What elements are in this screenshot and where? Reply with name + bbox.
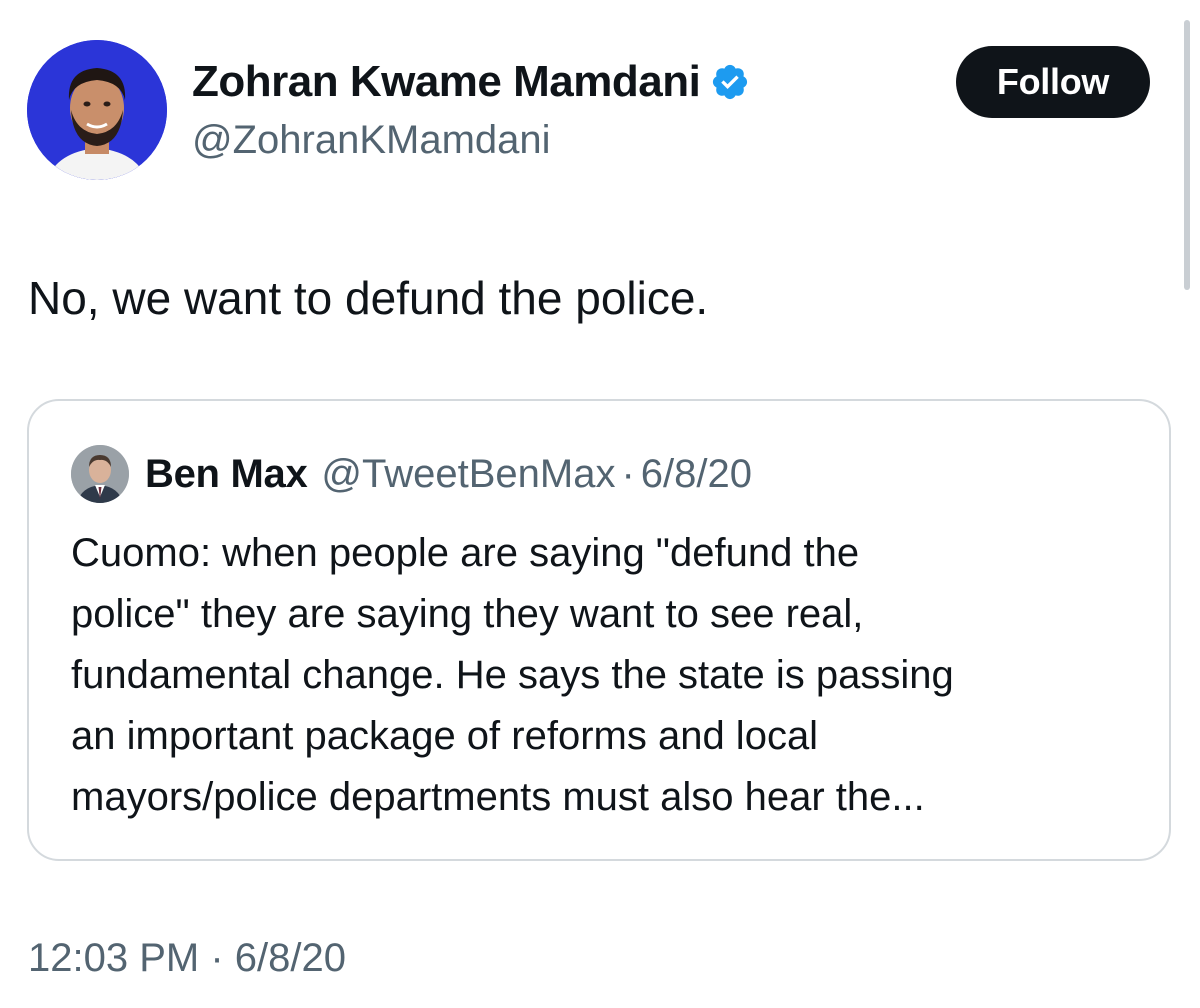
quoted-author-name: Ben Max — [145, 451, 308, 496]
scrollbar[interactable] — [1184, 20, 1190, 290]
timestamp-separator: · — [210, 936, 224, 980]
author-display-name[interactable]: Zohran Kwame Mamdani — [192, 57, 701, 107]
quoted-tweet-header: Ben Max @TweetBenMax · 6/8/20 — [145, 445, 752, 503]
quoted-text-line: an important package of reforms and loca… — [71, 714, 819, 758]
author-name-row: Zohran Kwame Mamdani — [192, 56, 750, 108]
quoted-separator: · — [621, 451, 635, 496]
author-avatar[interactable] — [27, 40, 167, 180]
tweet-text: No, we want to defund the police. — [28, 272, 709, 324]
quoted-text-line: Cuomo: when people are saying "defund th… — [71, 531, 860, 575]
tweet-timestamp[interactable]: 12:03 PM · 6/8/20 — [28, 936, 346, 981]
quoted-author-avatar — [71, 445, 129, 503]
tweet-date: 6/8/20 — [234, 936, 347, 980]
author-avatar-image — [27, 40, 167, 180]
quoted-author-handle: @TweetBenMax — [321, 451, 616, 496]
quoted-date: 6/8/20 — [640, 451, 753, 496]
quoted-text-line: police" they are saying they want to see… — [71, 592, 864, 636]
follow-button[interactable]: Follow — [956, 46, 1150, 118]
verified-badge-icon[interactable] — [710, 62, 750, 102]
quoted-tweet-text: Cuomo: when people are saying "defund th… — [71, 523, 1151, 828]
quoted-tweet-card[interactable]: Ben Max @TweetBenMax · 6/8/20 Cuomo: whe… — [27, 399, 1171, 861]
quoted-text-line: mayors/police departments must also hear… — [71, 775, 925, 819]
quoted-text-line: fundamental change. He says the state is… — [71, 653, 954, 697]
author-handle[interactable]: @ZohranKMamdani — [192, 118, 551, 163]
tweet-time: 12:03 PM — [28, 936, 200, 980]
